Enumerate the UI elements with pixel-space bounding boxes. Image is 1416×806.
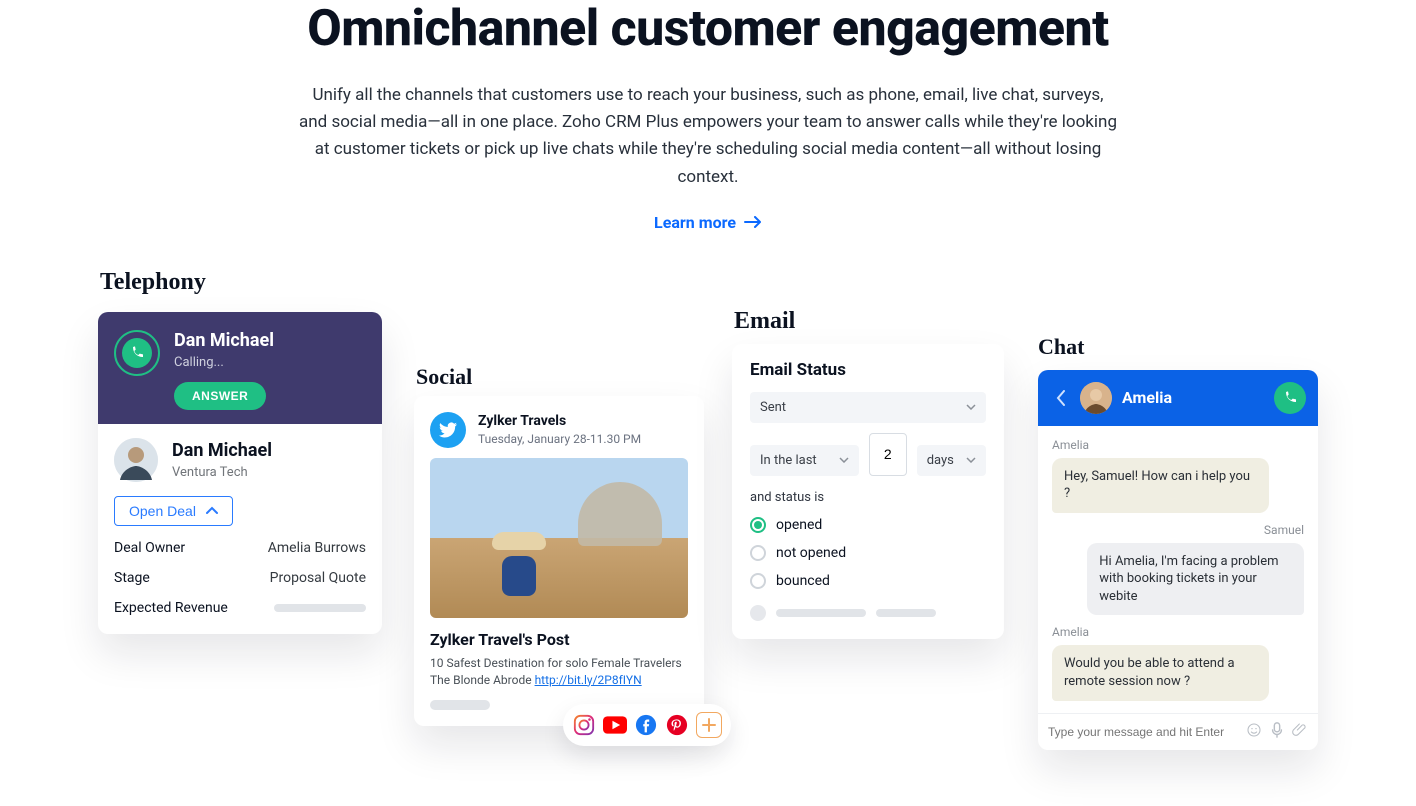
chevron-up-icon [206, 503, 218, 519]
contact-avatar [114, 438, 158, 482]
phone-ring-icon [114, 330, 160, 376]
phone-icon [122, 338, 152, 368]
email-status-select[interactable]: Sent [750, 392, 986, 423]
chat-header: Amelia [1038, 370, 1318, 426]
open-deal-label: Open Deal [129, 503, 196, 519]
social-post-image [430, 458, 688, 618]
email-label: Email [734, 308, 795, 335]
email-option-bounced[interactable]: bounced [750, 573, 986, 589]
social-brand: Zylker Travels [478, 413, 641, 429]
bounced-label: bounced [776, 573, 830, 589]
expected-revenue-key: Expected Revenue [114, 600, 228, 616]
chat-from-samuel-1: Samuel [1052, 523, 1304, 537]
not-opened-label: not opened [776, 545, 846, 561]
email-heading: Email Status [750, 360, 986, 380]
email-and-status-label: and status is [750, 490, 986, 505]
chat-bubble-samuel-1: Hi Amelia, I'm facing a problem with boo… [1087, 543, 1304, 616]
chevron-down-icon [966, 457, 976, 463]
chat-agent-name: Amelia [1122, 388, 1172, 407]
social-card: Zylker Travels Tuesday, January 28-11.30… [414, 396, 704, 727]
radio-placeholder-icon [750, 605, 766, 621]
email-skeleton-a [776, 609, 866, 617]
pinterest-icon[interactable] [665, 713, 689, 737]
social-label: Social [416, 364, 472, 390]
opened-label: opened [776, 517, 822, 533]
telephony-card: Dan Michael Calling... ANSWER Dan Michae… [98, 312, 382, 634]
email-option-opened[interactable]: opened [750, 517, 986, 533]
learn-more-link[interactable]: Learn more [654, 213, 762, 232]
contact-name: Dan Michael [172, 440, 272, 461]
radio-selected-icon [750, 517, 766, 533]
deal-owner-key: Deal Owner [114, 540, 185, 556]
expected-revenue-skeleton [274, 604, 366, 612]
chat-card: Amelia Amelia Hey, Samuel! How can i hel… [1038, 370, 1318, 750]
social-skeleton-1 [430, 700, 490, 710]
email-range-select[interactable]: In the last [750, 445, 859, 476]
chat-message-input[interactable] [1048, 725, 1236, 739]
social-post-link[interactable]: http://bit.ly/2P8fIYN [535, 673, 642, 687]
mic-icon[interactable] [1270, 722, 1284, 742]
chevron-down-icon [966, 404, 976, 410]
chat-back-button[interactable] [1050, 387, 1072, 409]
hero-paragraph: Unify all the channels that customers us… [298, 82, 1118, 191]
stage-key: Stage [114, 570, 150, 586]
chat-bubble-amelia-2: Would you be able to attend a remote ses… [1052, 645, 1269, 700]
calling-status: Calling... [174, 355, 274, 370]
twitter-icon [430, 412, 466, 448]
emoji-icon[interactable] [1246, 722, 1262, 742]
chat-from-amelia-1: Amelia [1052, 438, 1304, 452]
email-status-value: Sent [760, 400, 786, 415]
email-range-value: In the last [760, 453, 817, 468]
instagram-icon[interactable] [572, 713, 596, 737]
facebook-icon[interactable] [634, 713, 658, 737]
learn-more-label: Learn more [654, 213, 736, 232]
chat-call-button[interactable] [1274, 382, 1306, 414]
email-card: Email Status Sent In the last days [732, 344, 1004, 639]
open-deal-button[interactable]: Open Deal [114, 496, 233, 526]
radio-unselected-icon [750, 573, 766, 589]
radio-unselected-icon [750, 545, 766, 561]
stage-value: Proposal Quote [270, 570, 366, 586]
telephony-label: Telephony [100, 269, 206, 296]
email-number-input[interactable] [869, 433, 907, 476]
social-post-title: Zylker Travel's Post [430, 630, 688, 649]
chat-input-row [1038, 713, 1318, 750]
answer-button[interactable]: ANSWER [174, 382, 266, 410]
contact-company: Ventura Tech [172, 465, 272, 480]
social-date: Tuesday, January 28-11.30 PM [478, 432, 641, 446]
email-skeleton-b [876, 609, 936, 617]
telephony-header: Dan Michael Calling... ANSWER [98, 312, 382, 424]
email-unit-value: days [927, 453, 954, 468]
chat-from-amelia-2: Amelia [1052, 625, 1304, 639]
chat-agent-avatar [1080, 382, 1112, 414]
arrow-right-icon [744, 216, 762, 228]
youtube-icon[interactable] [603, 713, 627, 737]
chat-bubble-amelia-1: Hey, Samuel! How can i help you ? [1052, 458, 1269, 513]
email-option-not-opened[interactable]: not opened [750, 545, 986, 561]
page-title: Omnichannel customer engagement [298, 2, 1118, 56]
attach-icon[interactable] [1292, 722, 1308, 742]
social-channel-bar [563, 704, 731, 746]
email-unit-select[interactable]: days [917, 445, 986, 476]
chevron-down-icon [839, 457, 849, 463]
chat-label: Chat [1038, 334, 1084, 360]
social-post-desc: 10 Safest Destination for solo Female Tr… [430, 655, 688, 689]
deal-owner-value: Amelia Burrows [268, 540, 366, 556]
add-channel-icon[interactable] [696, 712, 722, 738]
caller-name: Dan Michael [174, 330, 274, 351]
